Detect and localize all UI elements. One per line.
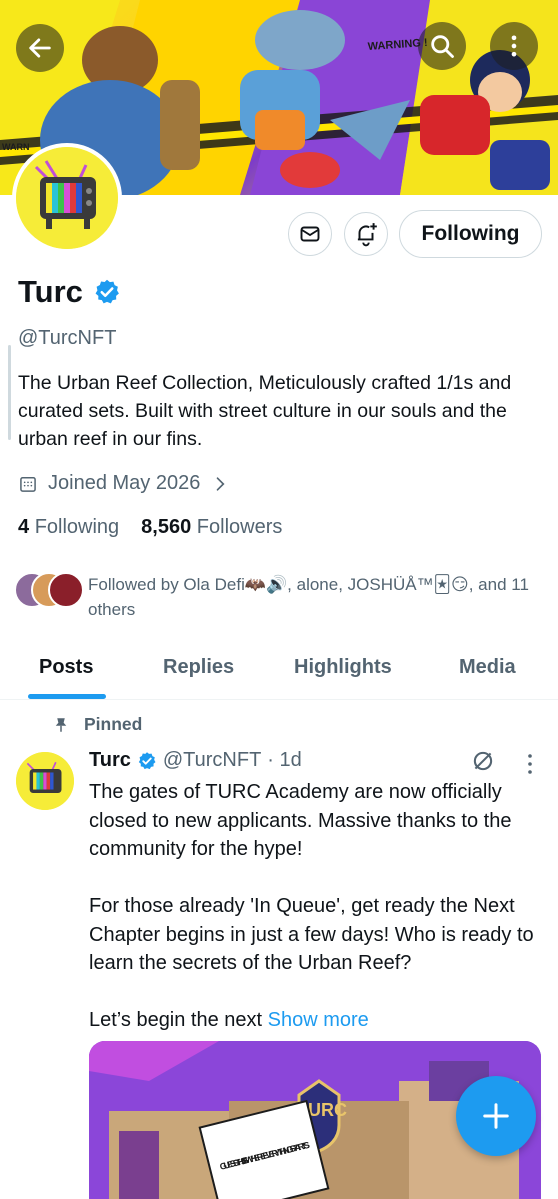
followers-count: 8,560 xyxy=(141,516,192,538)
followers-stat-label: Followers xyxy=(196,516,283,538)
post-time[interactable]: · 1d xyxy=(267,749,301,772)
svg-text:WARN: WARN xyxy=(2,142,30,152)
more-vertical-icon xyxy=(511,35,517,57)
display-name: Turc xyxy=(18,274,83,309)
post-header: Turc @TurcNFT · 1d xyxy=(89,749,302,772)
pinned-label: Pinned xyxy=(84,714,143,734)
joined-date[interactable]: Joined May 2026 xyxy=(18,472,230,495)
active-tab-indicator xyxy=(28,694,106,699)
tv-avatar-icon xyxy=(16,752,74,810)
following-count: 4 xyxy=(18,516,30,538)
bell-plus-icon xyxy=(357,223,377,247)
profile-name: Turc xyxy=(18,274,121,310)
grok-icon[interactable] xyxy=(470,748,496,774)
avatar xyxy=(48,572,84,608)
following-stat[interactable]: 4 Following xyxy=(18,516,119,539)
search-icon xyxy=(431,35,454,58)
notifications-button[interactable] xyxy=(344,212,388,256)
show-more-link[interactable]: Show more xyxy=(268,1009,369,1031)
post-body-text: The gates of TURC Academy are now offici… xyxy=(89,781,534,1031)
tab-media[interactable]: Media xyxy=(459,656,516,679)
pinned-indicator: Pinned xyxy=(52,714,142,735)
tv-avatar-icon xyxy=(16,147,118,249)
profile-bio: The Urban Reef Collection, Meticulously … xyxy=(18,372,512,450)
profile-handle: @TurcNFT xyxy=(18,327,117,349)
tab-replies[interactable]: Replies xyxy=(163,656,234,679)
arrow-left-icon xyxy=(29,38,51,58)
plus-icon xyxy=(483,1103,509,1129)
post-more-icon[interactable] xyxy=(524,752,536,776)
follower-avatars xyxy=(14,572,84,608)
scroll-indicator xyxy=(8,345,11,440)
followed-by[interactable]: Followed by Ola Defi🦇🔊, alone, JOSHÜÅ™🃏😏… xyxy=(14,572,544,622)
followers-stat[interactable]: 8,560 Followers xyxy=(141,516,282,539)
verified-badge-icon xyxy=(138,751,156,769)
more-options-button[interactable] xyxy=(490,22,538,70)
verified-badge-icon[interactable] xyxy=(93,278,121,306)
mail-icon xyxy=(300,226,320,242)
profile-tabs: Posts Replies Highlights Media xyxy=(0,648,558,700)
message-button[interactable] xyxy=(288,212,332,256)
profile-avatar[interactable] xyxy=(12,143,122,253)
joined-label: Joined May 2026 xyxy=(48,472,201,494)
compose-post-button[interactable] xyxy=(456,1076,536,1156)
follow-stats: 4 Following 8,560 Followers xyxy=(18,516,282,539)
tab-highlights[interactable]: Highlights xyxy=(294,656,392,679)
post-text: The gates of TURC Academy are now offici… xyxy=(89,778,545,1035)
post-author-handle[interactable]: @TurcNFT xyxy=(163,749,261,772)
following-stat-label: Following xyxy=(34,516,120,538)
chevron-right-icon xyxy=(216,476,225,491)
tab-posts[interactable]: Posts xyxy=(39,656,93,679)
post-author-name[interactable]: Turc xyxy=(89,749,131,772)
followed-by-text: Followed by Ola Defi🦇🔊, alone, JOSHÜÅ™🃏😏… xyxy=(88,575,529,619)
search-button[interactable] xyxy=(418,22,466,70)
following-button[interactable]: Following xyxy=(399,210,542,258)
pin-icon xyxy=(55,717,67,732)
post-author-avatar[interactable] xyxy=(16,752,74,810)
calendar-icon xyxy=(20,476,36,492)
back-button[interactable] xyxy=(16,24,64,72)
